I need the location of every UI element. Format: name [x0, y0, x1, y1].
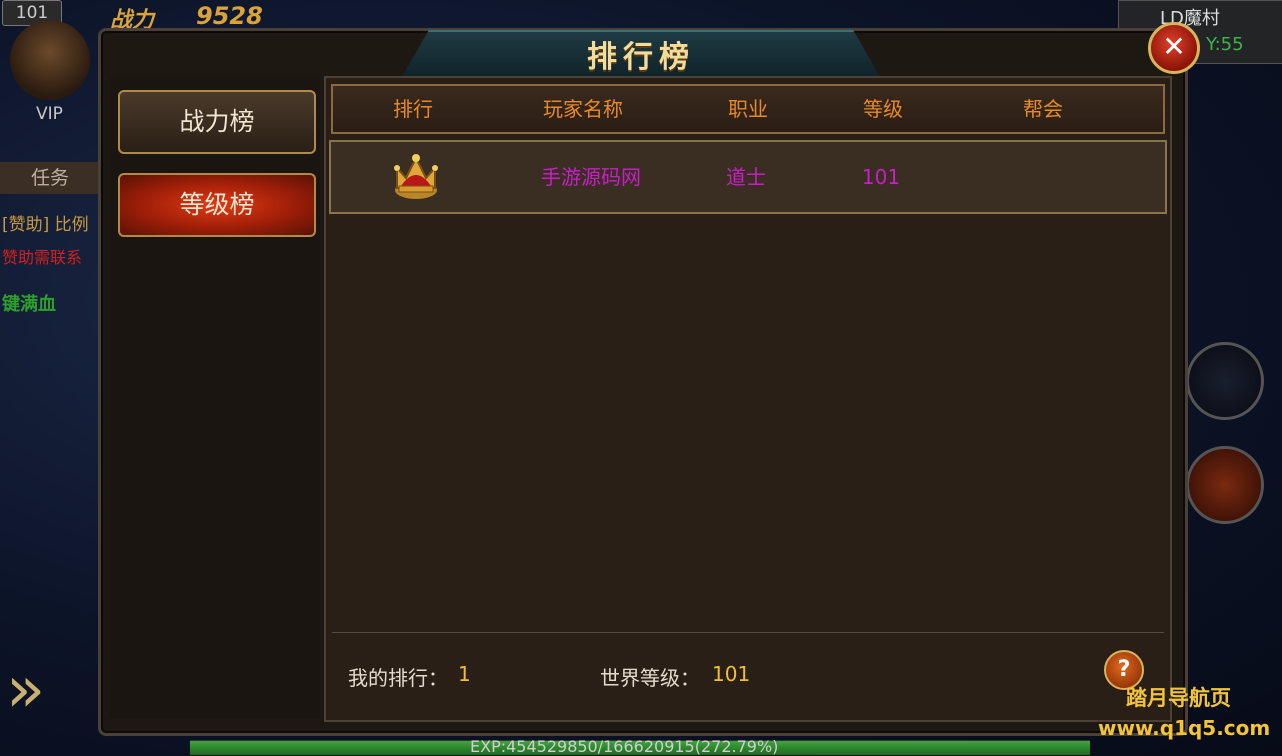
watermark-url: www.q1q5.com [1098, 716, 1271, 740]
table-row[interactable]: 手游源码网 道士 101 [329, 140, 1167, 214]
my-rank-value: 1 [458, 662, 471, 686]
exp-text: EXP:454529850/166620915(272.79%) [470, 737, 779, 756]
map-coordinate: Y:55 [1206, 34, 1244, 55]
question-icon: ? [1117, 657, 1131, 682]
close-icon: ✕ [1162, 30, 1186, 63]
world-level-value: 101 [712, 662, 751, 686]
close-button[interactable]: ✕ [1148, 22, 1200, 74]
my-rank-label: 我的排行： [348, 666, 448, 690]
player-name: 手游源码网 [541, 165, 641, 189]
chat-line: [赞助] 比例 [2, 215, 89, 235]
power-value: 9528 [196, 2, 263, 30]
player-level: 101 [861, 165, 901, 189]
crown-icon [394, 154, 438, 199]
column-header-class: 职业 [728, 97, 768, 121]
tab-power-ranking[interactable]: 战力榜 [118, 90, 316, 154]
title-banner: 排行榜 [400, 30, 882, 80]
column-header-level: 等级 [863, 97, 903, 121]
player-portrait[interactable] [10, 20, 90, 100]
chevron-right-icon[interactable]: » [6, 650, 50, 730]
skill-fire-button[interactable] [1186, 446, 1264, 524]
chat-line: 赞助需联系 [2, 248, 83, 267]
table-header: 排行 玩家名称 职业 等级 帮会 [331, 84, 1165, 134]
chat-line: 键满血 [2, 294, 56, 315]
world-level-label: 世界等级： [600, 666, 700, 690]
column-header-guild: 帮会 [1023, 97, 1063, 121]
watermark-title: 踏月导航页 [1126, 686, 1231, 710]
skill-slot-button[interactable] [1186, 342, 1264, 420]
tab-level-ranking[interactable]: 等级榜 [118, 173, 316, 237]
task-tab[interactable]: 任务 [0, 162, 100, 194]
column-header-rank: 排行 [393, 97, 433, 121]
column-header-name: 玩家名称 [543, 97, 623, 121]
vip-label[interactable]: VIP [36, 104, 63, 124]
footer-divider [332, 632, 1164, 633]
player-class: 道士 [726, 165, 766, 189]
